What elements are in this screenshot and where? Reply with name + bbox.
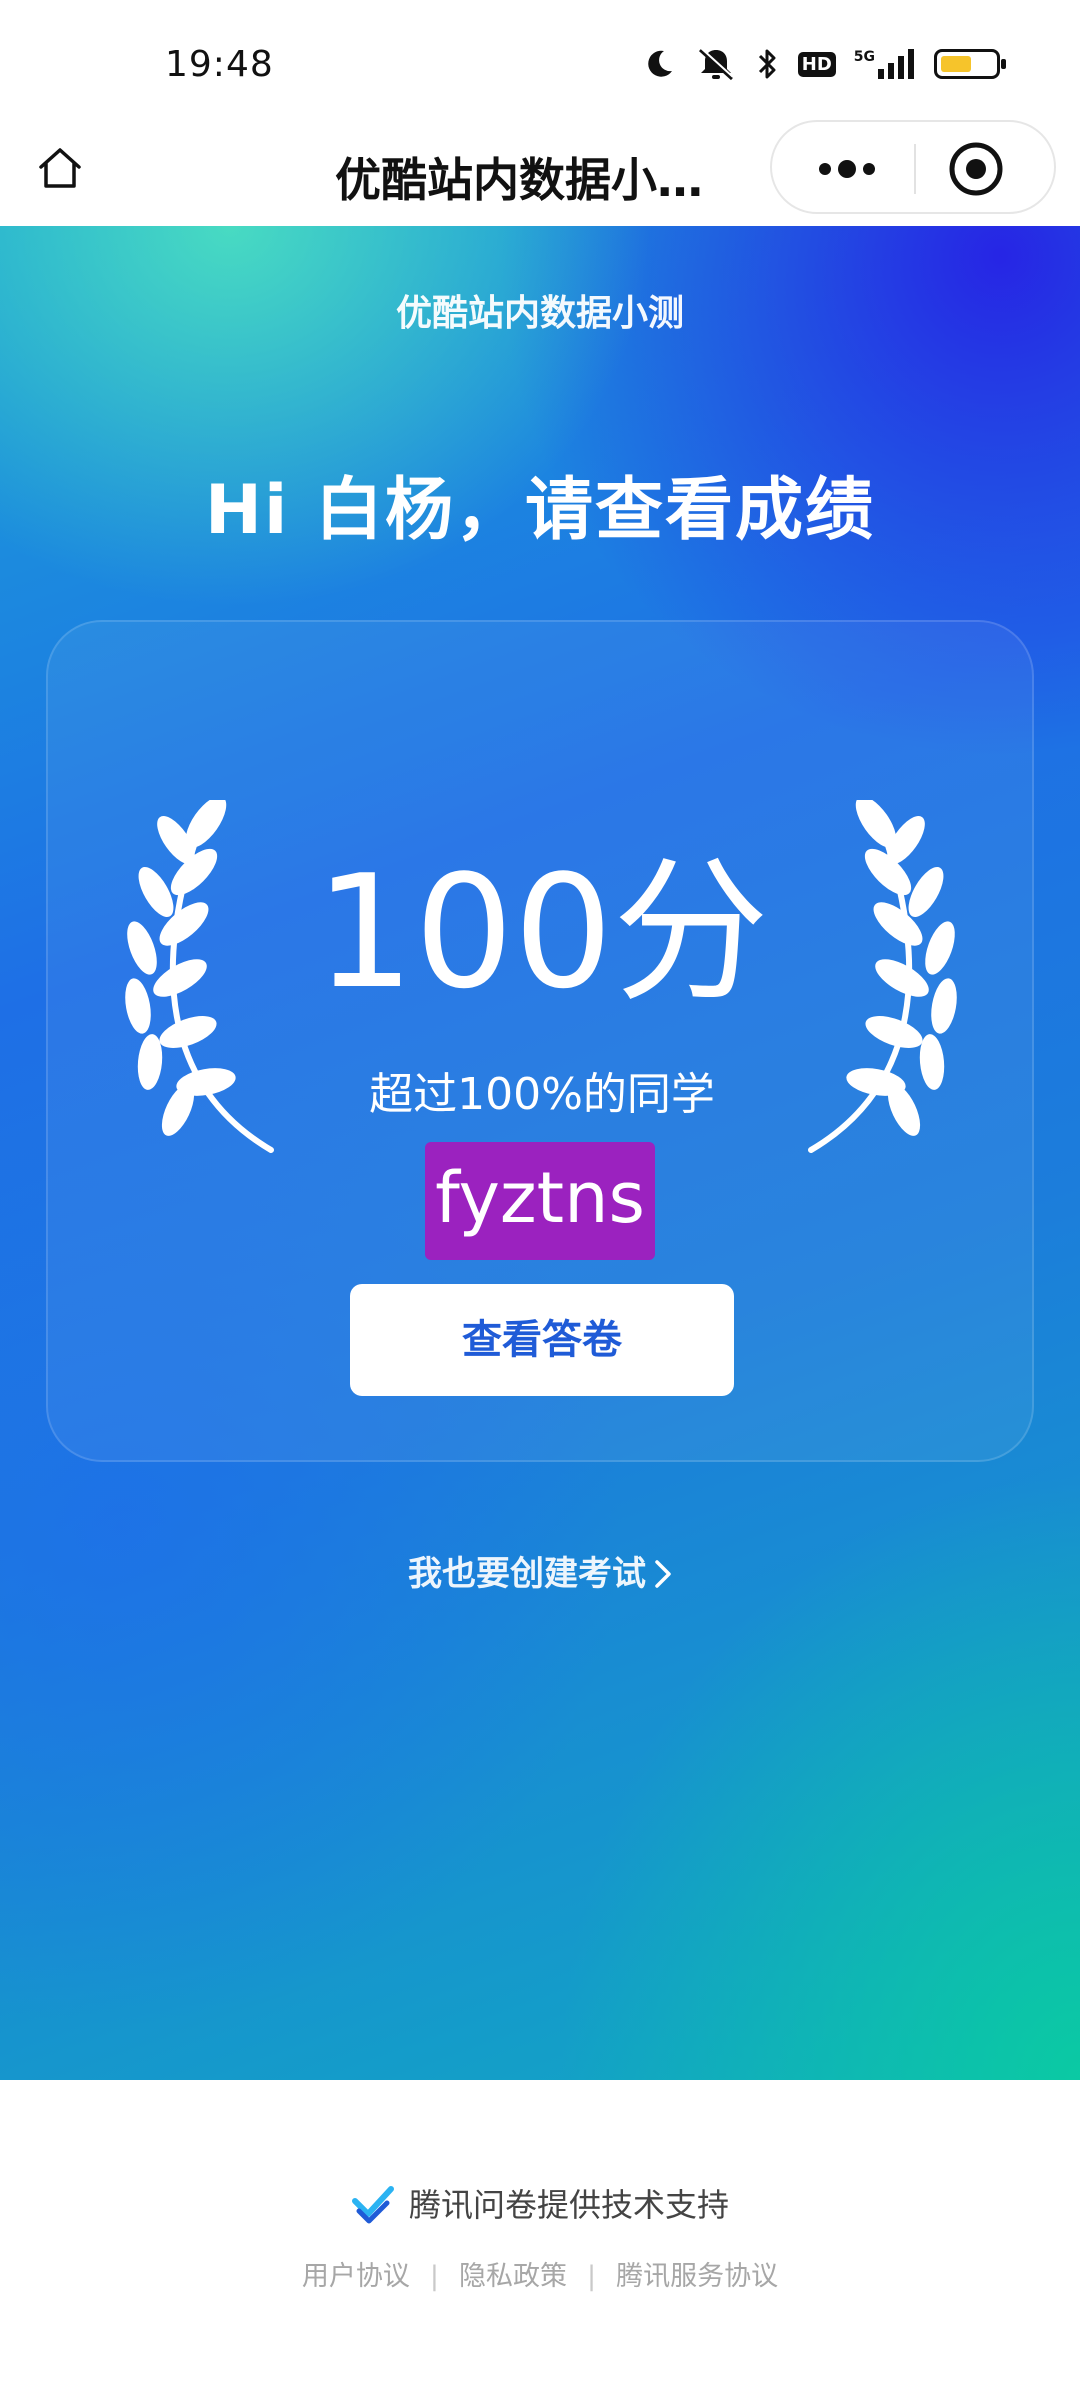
close-button[interactable] <box>946 139 1006 199</box>
tencent-service-agreement-link[interactable]: 腾讯服务协议 <box>616 2261 778 2292</box>
nav-bar: 优酷站内数据小… <box>0 120 1080 226</box>
bluetooth-icon <box>758 49 776 79</box>
close-miniprogram-icon <box>949 142 1003 196</box>
mute-icon <box>698 47 734 81</box>
status-time: 19:48 <box>165 44 274 85</box>
greeting: Hi 白杨，请查看成绩 <box>205 471 875 550</box>
powered-by: 腾讯问卷提供技术支持 <box>0 2180 1080 2226</box>
status-icons: HD 5G <box>642 46 1006 82</box>
capsule-menu <box>770 120 1056 214</box>
moon-icon <box>647 50 672 77</box>
hd-icon: HD <box>797 51 836 77</box>
footer-links: 用户协议 | 隐私政策 | 腾讯服务协议 <box>0 2254 1080 2293</box>
page-title: 优酷站内数据小… <box>335 153 703 207</box>
survey-title: 优酷站内数据小测 <box>395 293 684 334</box>
5g-signal-icon: 5G <box>854 49 916 79</box>
home-button[interactable] <box>30 138 90 198</box>
more-button[interactable] <box>802 144 892 194</box>
home-icon <box>39 148 81 188</box>
more-icon <box>819 160 875 178</box>
link-separator: | <box>429 2261 439 2292</box>
battery-icon <box>934 49 1006 79</box>
chevron-right-icon <box>654 1554 672 1594</box>
footer: 腾讯问卷提供技术支持 用户协议 | 隐私政策 | 腾讯服务协议 <box>0 2080 1080 2400</box>
create-exam-label: 我也要创建考试 <box>408 1554 646 1594</box>
link-separator: | <box>587 2261 597 2292</box>
capsule-divider <box>914 144 916 194</box>
user-agreement-link[interactable]: 用户协议 <box>302 2261 410 2292</box>
battery-level <box>941 56 971 72</box>
hero-section: 优酷站内数据小测 Hi 白杨，请查看成绩 100分 超过100%的同学 fyzt… <box>0 226 1080 2080</box>
tencent-survey-logo-icon <box>351 2186 394 2224</box>
score-value: 100分 <box>315 841 769 1023</box>
rank-text: 超过100%的同学 <box>369 1069 715 1120</box>
privacy-policy-link[interactable]: 隐私政策 <box>459 2261 567 2292</box>
view-answers-button[interactable]: 查看答卷 <box>350 1284 734 1396</box>
score-card: 100分 超过100%的同学 fyztns 查看答卷 <box>46 620 1034 1462</box>
create-exam-link[interactable]: 我也要创建考试 <box>0 1546 1080 1595</box>
status-bar: 19:48 HD 5G <box>0 0 1080 120</box>
powered-by-text: 腾讯问卷提供技术支持 <box>408 2186 729 2224</box>
signal-bars-icon <box>878 49 914 79</box>
network-label: 5G <box>853 49 875 65</box>
user-tag: fyztns <box>425 1142 655 1260</box>
